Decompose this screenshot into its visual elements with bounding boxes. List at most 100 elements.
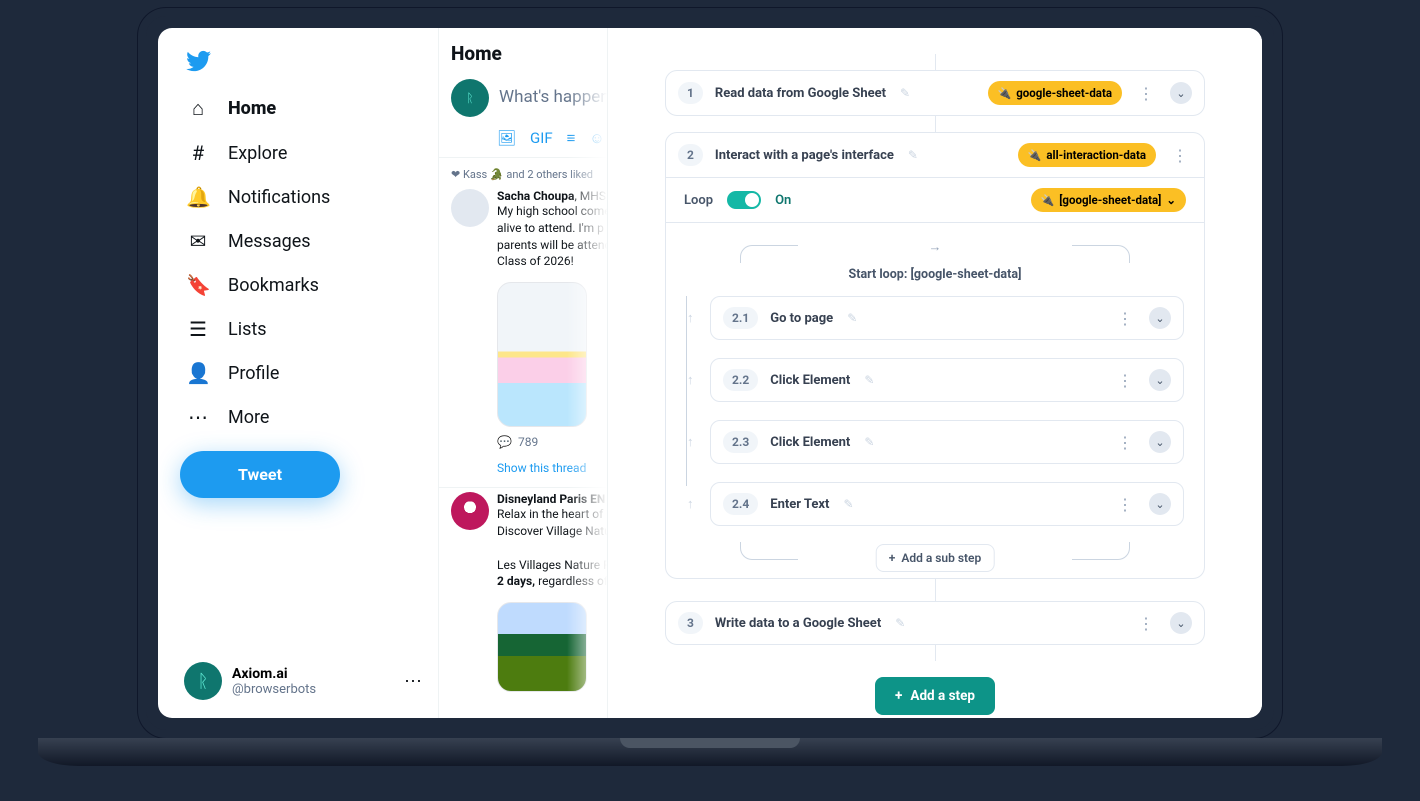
substep-header[interactable]: 2.2 Click Element ✎ ⋮ ⌄ (711, 359, 1183, 401)
twitter-sidebar: ⌂Home #Explore 🔔Notifications ✉Messages … (158, 28, 438, 718)
bell-icon: 🔔 (186, 185, 210, 209)
edit-icon[interactable]: ✎ (843, 497, 853, 511)
plug-icon: 🔌 (1028, 149, 1042, 162)
step-number: 2 (678, 144, 703, 166)
nav-home-label: Home (228, 98, 276, 119)
nav-explore-label: Explore (228, 143, 287, 164)
loop-bottom-connector: ← +Add a sub step (686, 540, 1184, 560)
step-number: 1 (678, 82, 703, 104)
feed-fade (567, 28, 607, 718)
edit-icon[interactable]: ✎ (864, 373, 874, 387)
substep-number: 2.2 (723, 369, 758, 391)
substep-title: Click Element (770, 435, 850, 450)
substep-2-2: 2.2 Click Element ✎ ⋮ ⌄ (710, 358, 1184, 402)
nav-messages-label: Messages (228, 231, 311, 252)
substep-menu-icon[interactable]: ⋮ (1113, 309, 1137, 328)
edit-icon[interactable]: ✎ (864, 435, 874, 449)
step-3: 3 Write data to a Google Sheet ✎ ⋮ ⌄ (665, 601, 1205, 645)
substep-header[interactable]: 2.1 Go to page ✎ ⋮ ⌄ (711, 297, 1183, 339)
laptop-base (38, 738, 1382, 766)
substep-title: Go to page (770, 311, 833, 326)
step-2: 2 Interact with a page's interface ✎ 🔌al… (665, 132, 1205, 579)
nav-explore[interactable]: #Explore (176, 131, 430, 175)
loop-state: On (775, 193, 791, 208)
home-icon: ⌂ (186, 96, 210, 121)
loop-body: → Start loop: [google-sheet-data] 2.1 Go… (666, 222, 1204, 578)
envelope-icon: ✉ (186, 229, 210, 253)
reply-icon[interactable]: 💬 (497, 435, 512, 449)
expand-icon[interactable]: ⌄ (1170, 82, 1192, 104)
nav-notifications-label: Notifications (228, 187, 330, 208)
substep-menu-icon[interactable]: ⋮ (1113, 433, 1137, 452)
expand-icon[interactable]: ⌄ (1149, 307, 1171, 329)
edit-icon[interactable]: ✎ (908, 148, 918, 162)
nav-messages[interactable]: ✉ Messages (176, 219, 430, 263)
loop-toggle[interactable] (727, 191, 761, 209)
connector (935, 579, 936, 601)
connector (935, 54, 936, 70)
nav-lists-label: Lists (228, 319, 267, 340)
laptop-bezel: ⌂Home #Explore 🔔Notifications ✉Messages … (138, 8, 1282, 738)
nav-more-label: More (228, 407, 269, 428)
nav-bookmarks[interactable]: 🔖Bookmarks (176, 263, 430, 307)
step-menu-icon[interactable]: ⋮ (1134, 614, 1158, 633)
expand-icon[interactable]: ⌄ (1170, 612, 1192, 634)
substep-menu-icon[interactable]: ⋮ (1113, 495, 1137, 514)
edit-icon[interactable]: ✎ (847, 311, 857, 325)
step-title: Read data from Google Sheet (715, 86, 886, 101)
expand-icon[interactable]: ⌄ (1149, 431, 1171, 453)
tweet-avatar-icon (451, 492, 489, 530)
account-name: Axiom.ai (232, 666, 316, 682)
workflow: 1 Read data from Google Sheet ✎ 🔌google-… (665, 54, 1205, 715)
step-1: 1 Read data from Google Sheet ✎ 🔌google-… (665, 70, 1205, 116)
step-title: Interact with a page's interface (715, 148, 894, 163)
nav-lists[interactable]: ☰Lists (176, 307, 430, 351)
twitter-feed: Home ᚱ What's happen 🖼 GIF ≡ ☺ ❤ Kass 🐊 … (438, 28, 608, 718)
step-menu-icon[interactable]: ⋮ (1134, 84, 1158, 103)
step-header[interactable]: 2 Interact with a page's interface ✎ 🔌al… (666, 133, 1204, 177)
substep-header[interactable]: 2.4 Enter Text ✎ ⋮ ⌄ (711, 483, 1183, 525)
substep-menu-icon[interactable]: ⋮ (1113, 371, 1137, 390)
plus-icon: + (895, 688, 902, 704)
nav-home[interactable]: ⌂ Home (176, 86, 430, 131)
nav-profile[interactable]: 👤Profile (176, 351, 430, 395)
substeps: 2.1 Go to page ✎ ⋮ ⌄ (686, 296, 1184, 526)
expand-icon[interactable]: ⌄ (1149, 369, 1171, 391)
step-menu-icon[interactable]: ⋮ (1168, 146, 1192, 165)
loop-bar: Loop On 🔌[google-sheet-data] ⌄ (666, 177, 1204, 222)
arrow-right-icon: → (929, 239, 942, 255)
nav-notifications[interactable]: 🔔 Notifications (176, 175, 430, 219)
twitter-logo-icon[interactable] (176, 42, 430, 80)
substep-header[interactable]: 2.3 Click Element ✎ ⋮ ⌄ (711, 421, 1183, 463)
substep-number: 2.3 (723, 431, 758, 453)
output-chip[interactable]: 🔌all-interaction-data (1018, 143, 1156, 167)
gif-icon[interactable]: GIF (530, 129, 553, 147)
loop-start-label: Start loop: [google-sheet-data] (686, 265, 1184, 296)
nav-bookmarks-label: Bookmarks (228, 275, 319, 296)
substep-2-1: 2.1 Go to page ✎ ⋮ ⌄ (710, 296, 1184, 340)
reply-count: 789 (518, 435, 538, 449)
nav-more[interactable]: ⋯ More (176, 395, 430, 439)
connector (935, 645, 936, 661)
compose-avatar-icon: ᚱ (451, 79, 489, 117)
expand-icon[interactable]: ⌄ (1149, 493, 1171, 515)
output-chip[interactable]: 🔌google-sheet-data (988, 81, 1122, 105)
step-header[interactable]: 3 Write data to a Google Sheet ✎ ⋮ ⌄ (666, 602, 1204, 644)
edit-icon[interactable]: ✎ (895, 616, 905, 630)
nav-profile-label: Profile (228, 363, 279, 384)
step-title: Write data to a Google Sheet (715, 616, 881, 631)
step-header[interactable]: 1 Read data from Google Sheet ✎ 🔌google-… (666, 71, 1204, 115)
edit-icon[interactable]: ✎ (900, 86, 910, 100)
axiom-panel: 1 Read data from Google Sheet ✎ 🔌google-… (608, 28, 1262, 718)
substep-title: Enter Text (770, 497, 829, 512)
more-icon: ⋯ (186, 405, 210, 429)
loop-label: Loop (684, 193, 713, 208)
tweet-button[interactable]: Tweet (180, 451, 340, 498)
add-step-button[interactable]: +Add a step (875, 677, 995, 715)
image-icon[interactable]: 🖼 (497, 129, 516, 147)
connector (935, 116, 936, 132)
account-switcher[interactable]: ᚱ Axiom.ai @browserbots ⋯ (176, 654, 430, 708)
substep-2-3: 2.3 Click Element ✎ ⋮ ⌄ (710, 420, 1184, 464)
loop-source-chip[interactable]: 🔌[google-sheet-data] ⌄ (1031, 188, 1187, 212)
add-substep-button[interactable]: +Add a sub step (876, 544, 995, 572)
